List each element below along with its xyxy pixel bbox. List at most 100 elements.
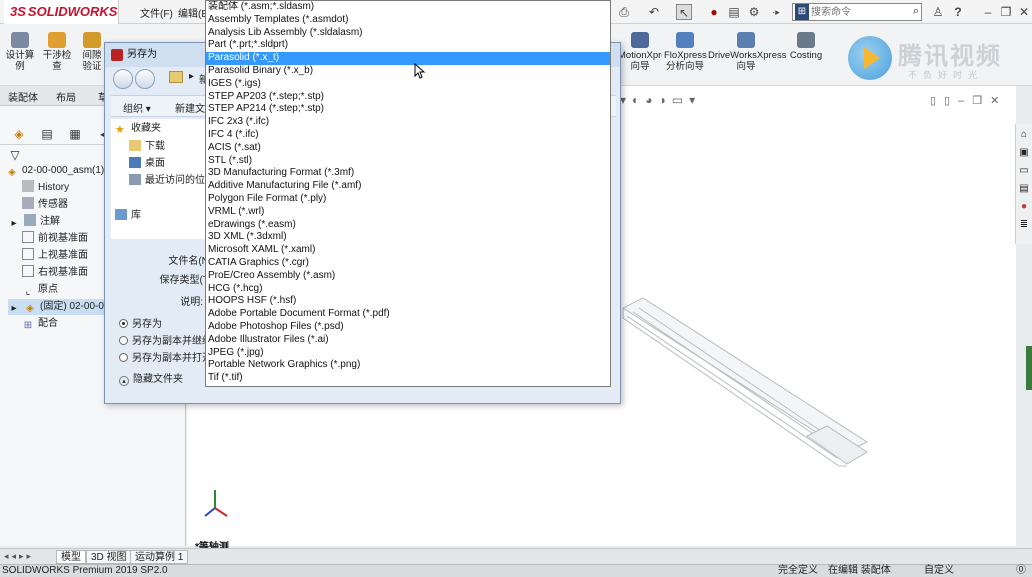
property-manager-tab-icon[interactable]: ▤ (36, 125, 58, 143)
feature-tree-tab-icon[interactable]: ◈ (8, 125, 30, 143)
tab-layout[interactable]: 布局 (56, 89, 76, 104)
floxpress-button[interactable]: FloXpress 分析向导 (664, 32, 707, 72)
radio-save-copy-open[interactable]: 另存为副本并打开 (119, 352, 212, 366)
filter-icon[interactable]: ▽ (4, 146, 26, 164)
solidworks-logo[interactable]: 3S SOLIDWORKS (4, 0, 119, 24)
window-controls-icon[interactable]: ▯▯–❐✕ (930, 94, 1007, 107)
tree-item-origin[interactable]: ⌞ 原点 (22, 282, 58, 298)
file-type-dropdown[interactable]: 装配体 (*.asm;*.sldasm) Assembly Templates (… (205, 0, 611, 387)
tree-item-history[interactable]: History (22, 180, 69, 196)
options-gear-icon[interactable]: ⚙ (746, 4, 762, 20)
costing-button[interactable]: Costing (788, 32, 824, 61)
design-library-icon[interactable]: ▣ (1017, 146, 1031, 160)
select-icon[interactable]: ↖ (676, 4, 692, 20)
file-explorer-icon[interactable]: ▭ (1017, 164, 1031, 178)
organize-button[interactable]: 组织 ▾ (123, 100, 151, 115)
restore-button[interactable]: ❐ (998, 4, 1014, 20)
file-type-option[interactable]: Portable Network Graphics (*.png) (206, 359, 610, 372)
help-button[interactable]: ? (950, 4, 966, 20)
file-type-option[interactable]: Assembly Templates (*.asmdot) (206, 14, 610, 27)
file-type-option[interactable]: 3D XML (*.3dxml) (206, 231, 610, 244)
side-handle[interactable] (1026, 346, 1032, 390)
breadcrumb-arrow-icon[interactable]: ▸ (189, 71, 194, 82)
file-type-option[interactable]: IFC 4 (*.ifc) (206, 129, 610, 142)
back-icon[interactable] (113, 69, 133, 89)
tree-root[interactable]: ◈ 02-00-000_asm(1) (6, 163, 104, 179)
new-folder-button[interactable]: 新建文 (175, 100, 205, 115)
file-type-option[interactable]: HCG (*.hcg) (206, 283, 610, 296)
tab-model[interactable]: 模型 (56, 550, 86, 564)
hide-folders-toggle[interactable]: ▴ 隐藏文件夹 (119, 373, 183, 387)
file-properties-icon[interactable]: ▤ (726, 4, 742, 20)
tree-item-front-plane[interactable]: 前视基准面 (22, 231, 88, 247)
tree-item-mates[interactable]: ⊞ 配合 (22, 316, 58, 332)
interference-check-button[interactable]: 干涉检查 (42, 32, 72, 72)
tree-item-fixed-part[interactable]: ▸ ◈ (固定) 02-00-00 (8, 299, 109, 315)
tree-item-sensors[interactable]: 传感器 (22, 197, 68, 213)
file-type-option[interactable]: ProE/Creo Assembly (*.asm) (206, 270, 610, 283)
forward-icon[interactable] (135, 69, 155, 89)
configuration-tab-icon[interactable]: ▦ (64, 125, 86, 143)
tree-item-right-plane[interactable]: 右视基准面 (22, 265, 88, 281)
radio-save-as[interactable]: 另存为 (119, 318, 162, 332)
tab-scroll-arrows-icon[interactable]: ◂◂▸▸ (4, 551, 34, 562)
tab-3d-views[interactable]: 3D 视图 (86, 550, 132, 564)
nav-recent[interactable]: 最近访问的位 (129, 173, 205, 189)
file-type-option[interactable]: Parasolid Binary (*.x_b) (206, 65, 610, 78)
file-type-option[interactable]: STL (*.stl) (206, 155, 610, 168)
search-scope-icon[interactable]: ⊞ (795, 4, 809, 20)
nav-desktop[interactable]: 桌面 (129, 156, 165, 172)
view-toolbar[interactable]: ▾◐◕◑▭▾ (620, 93, 701, 107)
nav-libraries[interactable]: 库 (115, 208, 141, 224)
search-icon[interactable]: ⌕ (913, 5, 919, 18)
file-type-option[interactable]: Adobe Photoshop Files (*.psd) (206, 321, 610, 334)
tab-assembly[interactable]: 装配体 (8, 89, 38, 104)
search-commands[interactable]: ⊞ ⌕ (792, 3, 922, 21)
file-type-option[interactable]: ACIS (*.sat) (206, 142, 610, 155)
file-type-option[interactable]: Microsoft XAML (*.xaml) (206, 244, 610, 257)
clearance-verification-button[interactable]: 间隙验证 (78, 32, 106, 72)
file-type-option[interactable]: STEP AP214 (*.step;*.stp) (206, 103, 610, 116)
radio-save-copy-continue[interactable]: 另存为副本并继续 (119, 335, 212, 349)
menu-file[interactable]: 文件(F) (140, 5, 173, 20)
file-type-option[interactable]: 装配体 (*.asm;*.sldasm) (206, 1, 610, 14)
units-selector[interactable]: 自定义 (924, 565, 954, 577)
home-icon[interactable]: ⌂ (1017, 128, 1031, 142)
file-type-option[interactable]: IFC 2x3 (*.ifc) (206, 116, 610, 129)
file-type-option[interactable]: Parasolid (*.x_t) (206, 52, 610, 65)
tab-motion-study[interactable]: 运动算例 1 (130, 550, 189, 564)
file-type-option[interactable]: CATIA Graphics (*.cgr) (206, 257, 610, 270)
file-type-option[interactable]: IGES (*.igs) (206, 78, 610, 91)
file-type-option[interactable]: JPEG (*.jpg) (206, 347, 610, 360)
design-study-button[interactable]: 设计算例 (5, 32, 35, 72)
help-status-icon[interactable]: ⓪ (1016, 565, 1026, 577)
file-type-option[interactable]: Polygon File Format (*.ply) (206, 193, 610, 206)
close-button[interactable]: ✕ (1016, 4, 1032, 20)
undo-icon[interactable]: ↶ (646, 4, 662, 20)
file-type-option[interactable]: VRML (*.wrl) (206, 206, 610, 219)
appearances-icon[interactable]: ● (1017, 200, 1031, 214)
file-type-option[interactable]: Part (*.prt;*.sldprt) (206, 39, 610, 52)
user-icon[interactable]: ♙ (930, 4, 946, 20)
rebuild-icon[interactable]: ● (706, 4, 722, 20)
file-type-option[interactable]: 3D Manufacturing Format (*.3mf) (206, 167, 610, 180)
search-input[interactable] (811, 5, 901, 19)
file-type-option[interactable]: Tif (*.tif) (206, 372, 610, 385)
file-type-option[interactable]: eDrawings (*.easm) (206, 219, 610, 232)
motionxpress-button[interactable]: MotionXpress 向导 (618, 32, 662, 72)
file-type-option[interactable]: Additive Manufacturing File (*.amf) (206, 180, 610, 193)
file-type-option[interactable]: STEP AP203 (*.step;*.stp) (206, 91, 610, 104)
file-type-option[interactable]: Adobe Illustrator Files (*.ai) (206, 334, 610, 347)
file-type-option[interactable]: Analysis Lib Assembly (*.sldalasm) (206, 27, 610, 40)
print-icon[interactable]: ⎙ (616, 4, 632, 20)
nav-downloads[interactable]: 下载 (129, 139, 165, 155)
driveworksxpress-button[interactable]: DriveWorksXpress 向导 (708, 32, 786, 72)
minimize-button[interactable]: – (980, 4, 996, 20)
file-type-option[interactable]: Adobe Portable Document Format (*.pdf) (206, 308, 610, 321)
view-palette-icon[interactable]: ▤ (1017, 182, 1031, 196)
tree-item-top-plane[interactable]: 上视基准面 (22, 248, 88, 264)
file-type-option[interactable]: HOOPS HSF (*.hsf) (206, 295, 610, 308)
tree-item-annotations[interactable]: ▸ 注解 (8, 214, 60, 230)
custom-properties-icon[interactable]: ≣ (1017, 218, 1031, 232)
nav-favorites[interactable]: ★ 收藏夹 (115, 121, 161, 137)
